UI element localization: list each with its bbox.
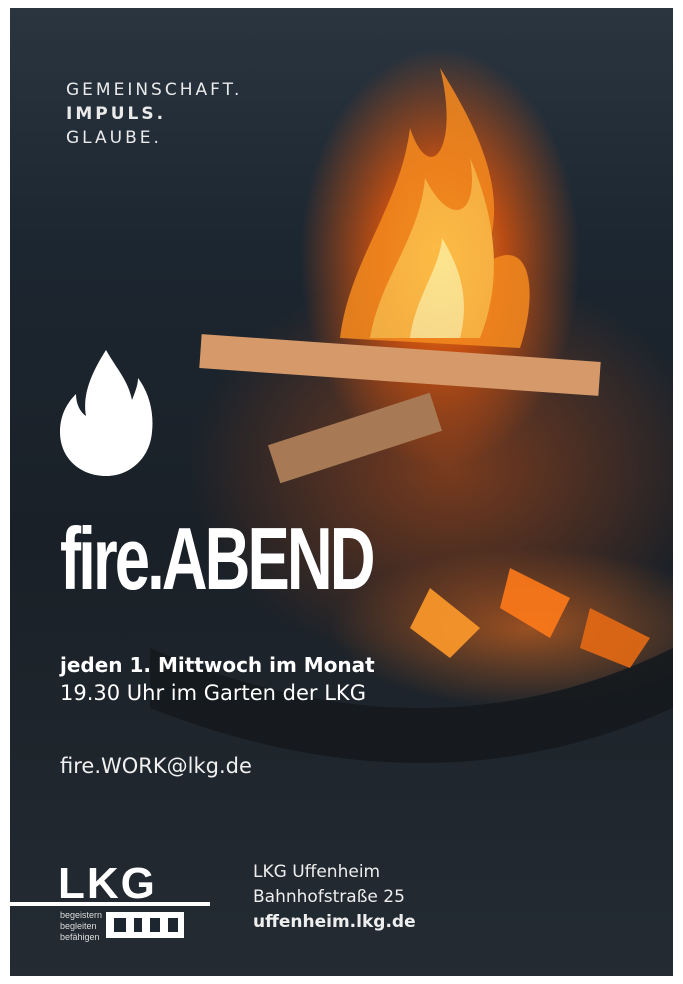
contact-email[interactable]: fire.WORK@lkg.de: [60, 754, 252, 778]
event-schedule: jeden 1. Mittwoch im Monat: [60, 653, 375, 677]
address-name: LKG Uffenheim: [253, 862, 381, 882]
campfire-photo: [150, 68, 673, 763]
logo-slogan-1: begeistern: [60, 910, 102, 920]
tagline-faith: GLAUBE.: [66, 128, 162, 148]
event-time-place: 19.30 Uhr im Garten der LKG: [60, 681, 366, 705]
tagline-community: GEMEINSCHAFT.: [66, 80, 243, 100]
address-block: LKG Uffenheim Bahnhofstraße 25 uffenheim…: [253, 860, 416, 935]
flame-icon: [60, 350, 153, 476]
address-website[interactable]: uffenheim.lkg.de: [253, 910, 416, 935]
address-street: Bahnhofstraße 25: [253, 887, 405, 907]
tagline: GEMEINSCHAFT. IMPULS. GLAUBE.: [66, 78, 242, 150]
lkg-logo: LKG begeistern begleiten befähigen: [10, 860, 210, 942]
event-title: fire.ABEND: [60, 509, 376, 608]
event-details: jeden 1. Mittwoch im Monat 19.30 Uhr im …: [60, 653, 375, 705]
tagline-impulse: IMPULS.: [66, 104, 167, 124]
logo-slogan-2: begleiten: [60, 921, 97, 931]
logo-wordmark: LKG: [58, 860, 157, 908]
poster: GEMEINSCHAFT. IMPULS. GLAUBE. fire.ABEND…: [10, 8, 673, 976]
logo-slogan-3: befähigen: [60, 932, 100, 942]
